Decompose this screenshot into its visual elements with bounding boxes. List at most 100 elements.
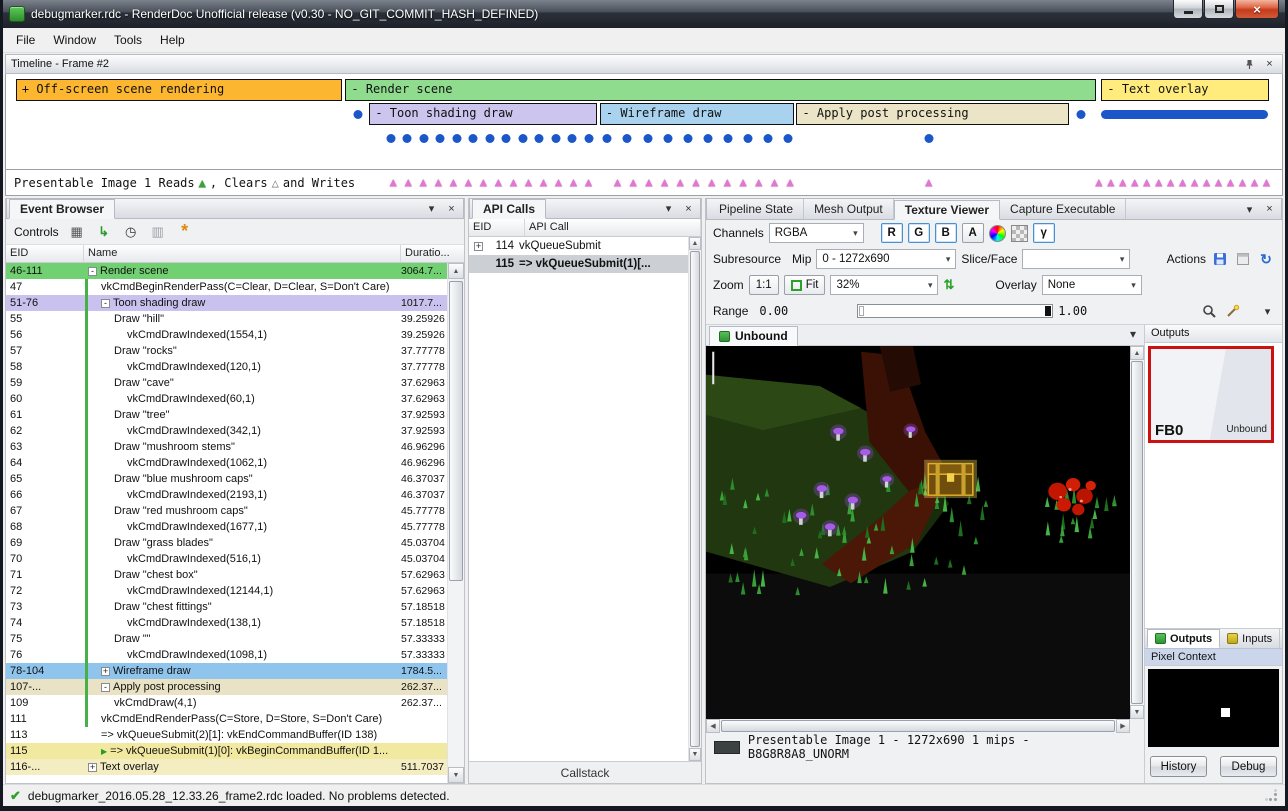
scrollbar-thumb[interactable] (690, 251, 700, 747)
callstack-section[interactable]: Callstack (469, 761, 701, 783)
draw-event-dot[interactable] (386, 134, 395, 143)
texture-tabs-chevron-icon[interactable]: ▾ (1130, 327, 1144, 341)
scrollbar-thumb[interactable] (1131, 361, 1143, 704)
write-triangle-icon[interactable]: ▲ (1143, 170, 1150, 195)
expander-icon[interactable]: - (101, 299, 110, 308)
write-triangle-icon[interactable]: ▲ (555, 170, 562, 195)
write-triangle-icon[interactable]: ▲ (405, 170, 412, 195)
event-row[interactable]: 75Draw ""57.33333 (6, 631, 447, 647)
write-triangle-icon[interactable]: ▲ (525, 170, 532, 195)
texture-display[interactable]: ▲ ▼ ◀ ▶ (706, 346, 1144, 733)
range-max-value[interactable]: 1.00 (1058, 304, 1087, 318)
write-triangle-icon[interactable]: ▲ (677, 170, 684, 195)
texture-tab-unbound[interactable]: Unbound (709, 326, 798, 346)
mip-select[interactable]: 0 - 1272x690 ▾ (816, 249, 956, 269)
event-row[interactable]: 63Draw "mushroom stems"46.96296 (6, 439, 447, 455)
toolbar-overflow-icon[interactable]: ▾ (1260, 304, 1275, 318)
scroll-left-icon[interactable]: ◀ (706, 719, 720, 733)
texture-vertical-scrollbar[interactable]: ▲ ▼ (1130, 346, 1144, 719)
expander-icon[interactable]: + (474, 242, 483, 251)
write-triangle-icon[interactable]: ▲ (739, 170, 746, 195)
write-triangle-icon[interactable]: ▲ (1131, 170, 1138, 195)
event-row[interactable]: 107-...-Apply post processing262.37... (6, 679, 447, 695)
draw-event-dot[interactable] (783, 134, 792, 143)
draw-event-dot[interactable] (723, 134, 732, 143)
refresh-icon[interactable]: ↻ (1257, 250, 1275, 268)
draw-event-dot[interactable] (469, 134, 478, 143)
draw-event-dot[interactable] (663, 134, 672, 143)
draw-event-dot[interactable] (763, 134, 772, 143)
write-triangle-icon[interactable]: ▲ (614, 170, 621, 195)
draw-event-dot[interactable] (403, 134, 412, 143)
outputs-list[interactable]: FB0 Unbound (1145, 343, 1282, 628)
write-triangle-icon[interactable]: ▲ (630, 170, 637, 195)
event-row[interactable]: 66vkCmdDrawIndexed(2193,1)46.37037 (6, 487, 447, 503)
write-triangle-icon[interactable]: ▲ (540, 170, 547, 195)
write-triangle-icon[interactable]: ▲ (1179, 170, 1186, 195)
draw-event-dot[interactable] (924, 134, 933, 143)
draw-event-dot[interactable] (1077, 110, 1086, 119)
scroll-down-icon[interactable]: ▼ (689, 748, 701, 761)
scroll-down-icon[interactable]: ▼ (448, 767, 464, 783)
stats-icon[interactable]: ▥ (149, 223, 167, 241)
event-row[interactable]: 68vkCmdDrawIndexed(1677,1)45.77778 (6, 519, 447, 535)
close-icon[interactable]: × (444, 202, 459, 216)
expander-icon[interactable]: + (88, 763, 97, 772)
scroll-right-icon[interactable]: ▶ (1116, 719, 1130, 733)
minimize-button[interactable] (1173, 0, 1203, 19)
bookmark-icon[interactable]: * (176, 223, 194, 241)
write-triangle-icon[interactable]: ▲ (755, 170, 762, 195)
timeline-marker-bar[interactable]: - Wireframe draw (600, 103, 794, 125)
write-triangle-icon[interactable]: ▲ (390, 170, 397, 195)
red-channel-button[interactable]: R (881, 223, 903, 243)
event-row[interactable]: 113=> vkQueueSubmit(2)[1]: vkEndCommandB… (6, 727, 447, 743)
draw-event-dot[interactable] (436, 134, 445, 143)
write-triangle-icon[interactable]: ▲ (661, 170, 668, 195)
scroll-down-icon[interactable]: ▼ (1130, 705, 1144, 719)
write-triangle-icon[interactable]: ▲ (420, 170, 427, 195)
history-button[interactable]: History (1150, 756, 1207, 777)
menu-tools[interactable]: Tools (105, 29, 151, 51)
event-row[interactable]: 109vkCmdDraw(4,1)262.37... (6, 695, 447, 711)
overlay-select[interactable]: None ▾ (1042, 275, 1142, 295)
event-row[interactable]: 60vkCmdDrawIndexed(60,1)37.62963 (6, 391, 447, 407)
event-row[interactable]: 51-76-Toon shading draw1017.7... (6, 295, 447, 311)
write-triangle-icon[interactable]: ▲ (1251, 170, 1258, 195)
column-eid[interactable]: EID (469, 219, 525, 236)
range-slider[interactable] (857, 304, 1053, 318)
draw-event-dot[interactable] (623, 134, 632, 143)
api-call-row[interactable]: +114vkQueueSubmit (469, 237, 688, 255)
event-row[interactable]: 72vkCmdDrawIndexed(12144,1)57.62963 (6, 583, 447, 599)
open-new-window-icon[interactable] (1234, 250, 1252, 268)
write-triangle-icon[interactable]: ▲ (771, 170, 778, 195)
event-row[interactable]: 65Draw "blue mushroom caps"46.37037 (6, 471, 447, 487)
menu-window[interactable]: Window (44, 29, 105, 51)
expander-icon[interactable]: - (88, 267, 97, 276)
api-call-row[interactable]: 115=> vkQueueSubmit(1)[... (469, 255, 688, 273)
close-icon[interactable]: × (1262, 57, 1277, 71)
write-triangle-icon[interactable]: ▲ (1239, 170, 1246, 195)
alpha-channel-button[interactable]: A (962, 223, 984, 243)
resize-grip[interactable] (1265, 789, 1278, 802)
write-triangle-icon[interactable]: ▲ (724, 170, 731, 195)
timeline-marker-bar[interactable]: - Render scene (345, 79, 1096, 101)
find-event-icon[interactable]: ▦ (68, 223, 86, 241)
api-calls-scrollbar[interactable]: ▲ ▼ (688, 237, 701, 761)
timeline-marker-bar[interactable]: - Apply post processing (796, 103, 1068, 125)
texture-image[interactable] (706, 346, 1130, 719)
range-white-handle[interactable] (859, 306, 864, 316)
draw-event-dot[interactable] (743, 134, 752, 143)
column-duration[interactable]: Duratio... (401, 245, 464, 262)
slice-face-select[interactable]: ▾ (1022, 249, 1130, 269)
menu-file[interactable]: File (7, 29, 44, 51)
event-row[interactable]: 78-104+Wireframe draw1784.5... (6, 663, 447, 679)
write-triangle-icon[interactable]: ▲ (465, 170, 472, 195)
dock-menu-icon[interactable]: ▾ (424, 202, 439, 216)
zoom-select[interactable]: 32% ▾ (830, 275, 938, 295)
expander-icon[interactable]: - (101, 683, 110, 692)
event-row[interactable]: 56vkCmdDrawIndexed(1554,1)39.25926 (6, 327, 447, 343)
draw-events-pill[interactable] (1101, 110, 1267, 119)
event-row[interactable]: 115▶=> vkQueueSubmit(1)[0]: vkBeginComma… (6, 743, 447, 759)
draw-event-dot[interactable] (535, 134, 544, 143)
event-row[interactable]: 57Draw "rocks"37.77778 (6, 343, 447, 359)
